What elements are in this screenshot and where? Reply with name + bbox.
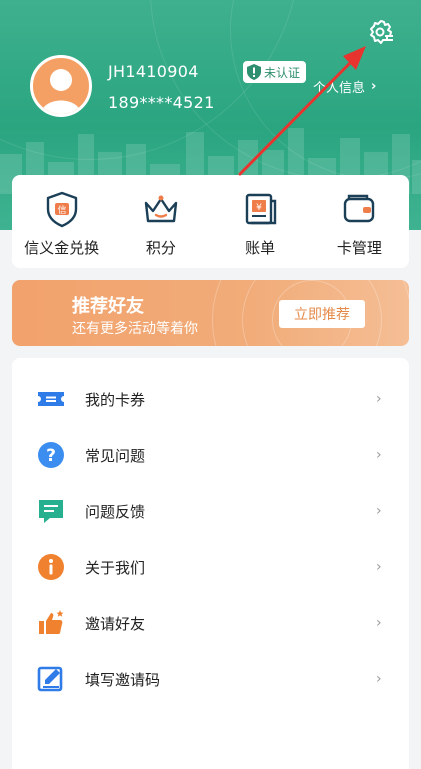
menu-item-label: 问题反馈 — [85, 502, 146, 521]
crown-icon — [144, 195, 178, 223]
bill-icon: ¥ — [245, 193, 277, 225]
menu-item-feedback[interactable]: 问题反馈 › — [12, 483, 409, 539]
thumbs-up-icon — [39, 610, 64, 634]
menu-item-label: 关于我们 — [85, 558, 146, 577]
quick-action-label: 卡管理 — [336, 239, 382, 257]
svg-text:信: 信 — [57, 204, 66, 216]
profile-info-label: 个人信息 — [313, 81, 366, 96]
svg-text:?: ? — [46, 446, 56, 466]
info-icon — [38, 554, 64, 580]
quick-action-label: 账单 — [245, 239, 276, 257]
credit-shield-icon: 信 — [46, 191, 77, 228]
menu-item-about-us[interactable]: 关于我们 › — [12, 539, 409, 595]
menu-item-label: 邀请好友 — [85, 614, 146, 633]
chevron-right-icon: › — [371, 79, 377, 94]
menu-item-label: 常见问题 — [85, 446, 146, 465]
profile-info-link[interactable]: 个人信息 › — [313, 77, 376, 96]
verify-status-label: 未认证 — [264, 65, 301, 80]
edit-icon — [37, 666, 63, 692]
chevron-right-icon: › — [376, 503, 382, 519]
menu-item-label: 我的卡券 — [85, 390, 146, 409]
menu-item-my-coupons[interactable]: 我的卡券 › — [12, 371, 409, 427]
chevron-right-icon: › — [376, 391, 382, 407]
recommend-now-button[interactable]: 立即推荐 — [279, 300, 365, 328]
verify-status-badge[interactable]: 未认证 — [243, 61, 307, 83]
wallet-icon — [344, 194, 375, 223]
quick-action-label: 信义金兑换 — [24, 239, 100, 257]
coupon-icon — [38, 392, 64, 406]
quick-action-credit-exchange[interactable]: 信 信义金兑换 — [12, 175, 111, 268]
menu-item-enter-invite-code[interactable]: 填写邀请码 › — [12, 651, 409, 707]
chevron-right-icon: › — [376, 559, 382, 575]
svg-text:¥: ¥ — [256, 203, 262, 213]
quick-action-label: 积分 — [145, 239, 176, 257]
phone-number: 189****4521 — [108, 93, 215, 112]
menu-item-invite-friends[interactable]: 邀请好友 › — [12, 595, 409, 651]
shield-alert-icon — [247, 64, 261, 80]
recommend-friend-banner[interactable]: 推荐好友 还有更多活动等着你 立即推荐 — [12, 280, 409, 346]
quick-action-card-manage[interactable]: 卡管理 — [310, 175, 409, 268]
feedback-icon — [39, 500, 63, 523]
banner-subtitle: 还有更多活动等着你 — [72, 321, 198, 337]
menu-list: 我的卡券 › ? 常见问题 › 问题反馈 › 关于我们 › 邀请好友 › 填写邀… — [12, 358, 409, 769]
user-id: JH1410904 — [108, 62, 199, 81]
banner-title: 推荐好友 — [72, 296, 144, 317]
settings-gear-icon[interactable] — [366, 18, 396, 48]
chevron-right-icon: › — [376, 447, 382, 463]
chevron-right-icon: › — [376, 671, 382, 687]
quick-actions-card: 信 信义金兑换 积分 ¥ 账单 卡管理 — [12, 175, 409, 268]
menu-item-faq[interactable]: ? 常见问题 › — [12, 427, 409, 483]
question-icon: ? — [38, 442, 64, 468]
chevron-right-icon: › — [376, 615, 382, 631]
menu-item-label: 填写邀请码 — [85, 670, 161, 689]
avatar[interactable] — [30, 55, 92, 117]
quick-action-bill[interactable]: ¥ 账单 — [211, 175, 310, 268]
quick-action-points[interactable]: 积分 — [111, 175, 210, 268]
